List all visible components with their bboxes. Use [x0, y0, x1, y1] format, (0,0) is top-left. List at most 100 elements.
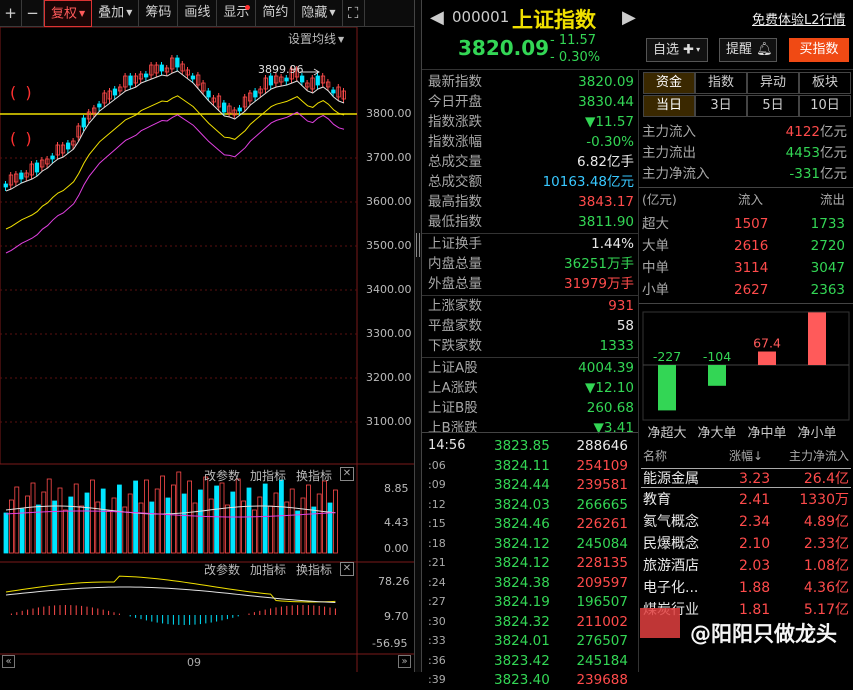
tick-volume: 228135: [576, 555, 628, 571]
fund-period-tab[interactable]: 5日: [747, 95, 799, 117]
macd-tick-top: 78.26: [378, 575, 410, 588]
sector-head[interactable]: 涨幅↓: [729, 446, 763, 466]
fund-tab[interactable]: 异动: [747, 72, 799, 94]
set-ma-label: 设置均线: [288, 32, 337, 46]
tick-volume: 254109: [576, 457, 628, 474]
quote-value: 31979万手: [564, 276, 634, 292]
notification-dot-icon: [245, 5, 251, 10]
quote-row: 最新指数 3820.09: [428, 72, 634, 92]
restore-rights-dropdown[interactable]: 复权 ▼: [44, 0, 93, 27]
vol-edit-params-button[interactable]: 改参数: [204, 467, 240, 484]
quote-row: 指数涨跌 ▼11.57: [428, 112, 634, 132]
fund-flow-panel: 资金 指数 异动 板块 当日 3日 5日 10日 主力流入 4122亿元 主力流出 4453亿元主…: [639, 70, 853, 450]
fund-period-tab[interactable]: 3日: [695, 95, 747, 117]
price-tick-label: 3700.00: [366, 151, 412, 164]
net-flow-bar: [708, 365, 726, 386]
quote-value: 4004.39: [578, 360, 634, 376]
left-marker-bottom: ( ): [10, 129, 34, 148]
vol-close-icon[interactable]: ✕: [340, 467, 354, 481]
tick-time: :36: [428, 653, 446, 667]
sector-row[interactable]: 氦气概念 2.34 4.89亿: [641, 512, 851, 532]
hide-dropdown[interactable]: 隐藏 ▼: [295, 0, 343, 27]
overlay-dropdown[interactable]: 叠加 ▼: [92, 0, 140, 27]
zoom-in-button[interactable]: +: [0, 0, 22, 27]
sector-name: 民爆概念: [643, 536, 699, 552]
fund-tab[interactable]: 指数: [695, 72, 747, 94]
restore-rights-label: 复权: [51, 6, 78, 22]
quote-label: 上涨家数: [428, 298, 482, 314]
reminder-button[interactable]: 提醒 🔔︎: [719, 38, 777, 62]
stock-code: 000001: [452, 8, 510, 26]
main-flow-unit: 亿元: [820, 124, 847, 140]
fund-tab[interactable]: 资金: [643, 72, 695, 94]
sector-head[interactable]: 主力净流入: [789, 446, 849, 466]
macd-switch-indicator-button[interactable]: 换指标: [296, 561, 332, 578]
scroll-right-icon[interactable]: »: [398, 655, 411, 668]
flow-separator: [639, 187, 853, 188]
fund-period-tab[interactable]: 10日: [799, 95, 851, 117]
display-dropdown[interactable]: 显示: [217, 0, 257, 27]
tick-price: 3823.40: [494, 672, 550, 688]
draw-line-button[interactable]: 画线: [178, 0, 218, 27]
vol-tick-top: 8.85: [384, 482, 409, 495]
simple-mode-button[interactable]: 简约: [256, 0, 296, 27]
tick-time: :06: [428, 458, 446, 472]
chips-button[interactable]: 筹码: [139, 0, 179, 27]
main-flow-amount: 4122亿元: [786, 122, 847, 142]
net-flow-value: -227: [653, 349, 681, 364]
quote-label: 外盘总量: [428, 276, 482, 292]
zoom-out-button[interactable]: −: [22, 0, 44, 27]
hide-label: 隐藏: [301, 5, 328, 21]
tick-volume: 209597: [576, 574, 628, 591]
watchlist-button[interactable]: 自选 ✚ ▾: [646, 38, 708, 62]
net-flow-value: -104: [703, 349, 731, 364]
tick-volume: 239688: [576, 672, 628, 688]
reminder-label: 提醒: [726, 42, 753, 57]
sector-row[interactable]: 电子化... 1.88 4.36亿: [641, 578, 851, 598]
quote-label: 最新指数: [428, 74, 482, 90]
tick-row: :24 3824.38 209597: [422, 573, 636, 593]
x-axis-label: 09: [187, 656, 201, 669]
flow-table-head: 流出: [819, 192, 845, 207]
tick-price: 3824.12: [494, 555, 550, 571]
net-flow-bar: [658, 365, 676, 411]
scroll-left-icon[interactable]: «: [2, 655, 15, 668]
fullscreen-icon[interactable]: ⛶: [343, 0, 365, 27]
tick-time: :15: [428, 517, 446, 530]
macd-add-indicator-button[interactable]: 加指标: [250, 561, 286, 578]
set-ma-button[interactable]: 设置均线 ▼: [288, 30, 344, 47]
macd-tick-mid: 9.70: [384, 610, 409, 623]
sector-name: 氦气概念: [643, 514, 699, 530]
fund-period-tab[interactable]: 当日: [643, 95, 695, 117]
prev-stock-icon[interactable]: ◀: [430, 7, 444, 28]
quote-row: 总成交量 6.82亿手: [428, 152, 634, 172]
macd-edit-params-button[interactable]: 改参数: [204, 561, 240, 578]
macd-close-icon[interactable]: ✕: [340, 562, 354, 576]
quote-row: 上证换手 1.44%: [428, 234, 634, 254]
vol-switch-indicator-button[interactable]: 换指标: [296, 467, 332, 484]
buy-index-button[interactable]: 买指数: [789, 38, 849, 62]
fund-tab[interactable]: 板块: [799, 72, 851, 94]
tick-volume: 211002: [576, 613, 628, 630]
sector-row[interactable]: 能源金属 3.23 26.4亿: [641, 468, 851, 488]
table-separator: [639, 303, 853, 304]
panel-divider-handle[interactable]: [414, 0, 422, 672]
price-tick-label: 3300.00: [366, 327, 412, 340]
quote-value: 3830.44: [578, 94, 634, 110]
vol-add-indicator-button[interactable]: 加指标: [250, 467, 286, 484]
l2-trial-link[interactable]: 免费体验L2行情: [752, 9, 846, 28]
tick-row: :30 3824.32 211002: [422, 612, 636, 632]
next-stock-icon[interactable]: ▶: [622, 7, 636, 28]
sector-row[interactable]: 旅游酒店 2.03 1.08亿: [641, 556, 851, 576]
kline-chart-area[interactable]: 设置均线 ▼ 3899.96 ( ) ( ) 3800.00 3700.00 3600…: [0, 26, 414, 672]
flow-in-value: 3114: [734, 260, 769, 276]
sector-row[interactable]: 教育 2.41 1330万: [641, 490, 851, 510]
price-change: - 11.57: [550, 33, 597, 48]
price-tick-label: 3500.00: [366, 239, 412, 252]
quote-label: 上证换手: [428, 236, 482, 252]
chevron-down-icon: ▼: [338, 35, 345, 44]
sector-name: 旅游酒店: [643, 558, 699, 574]
sector-change: 1.81: [739, 602, 771, 618]
sector-row[interactable]: 民爆概念 2.10 2.33亿: [641, 534, 851, 554]
tick-price: 3824.12: [494, 535, 550, 552]
